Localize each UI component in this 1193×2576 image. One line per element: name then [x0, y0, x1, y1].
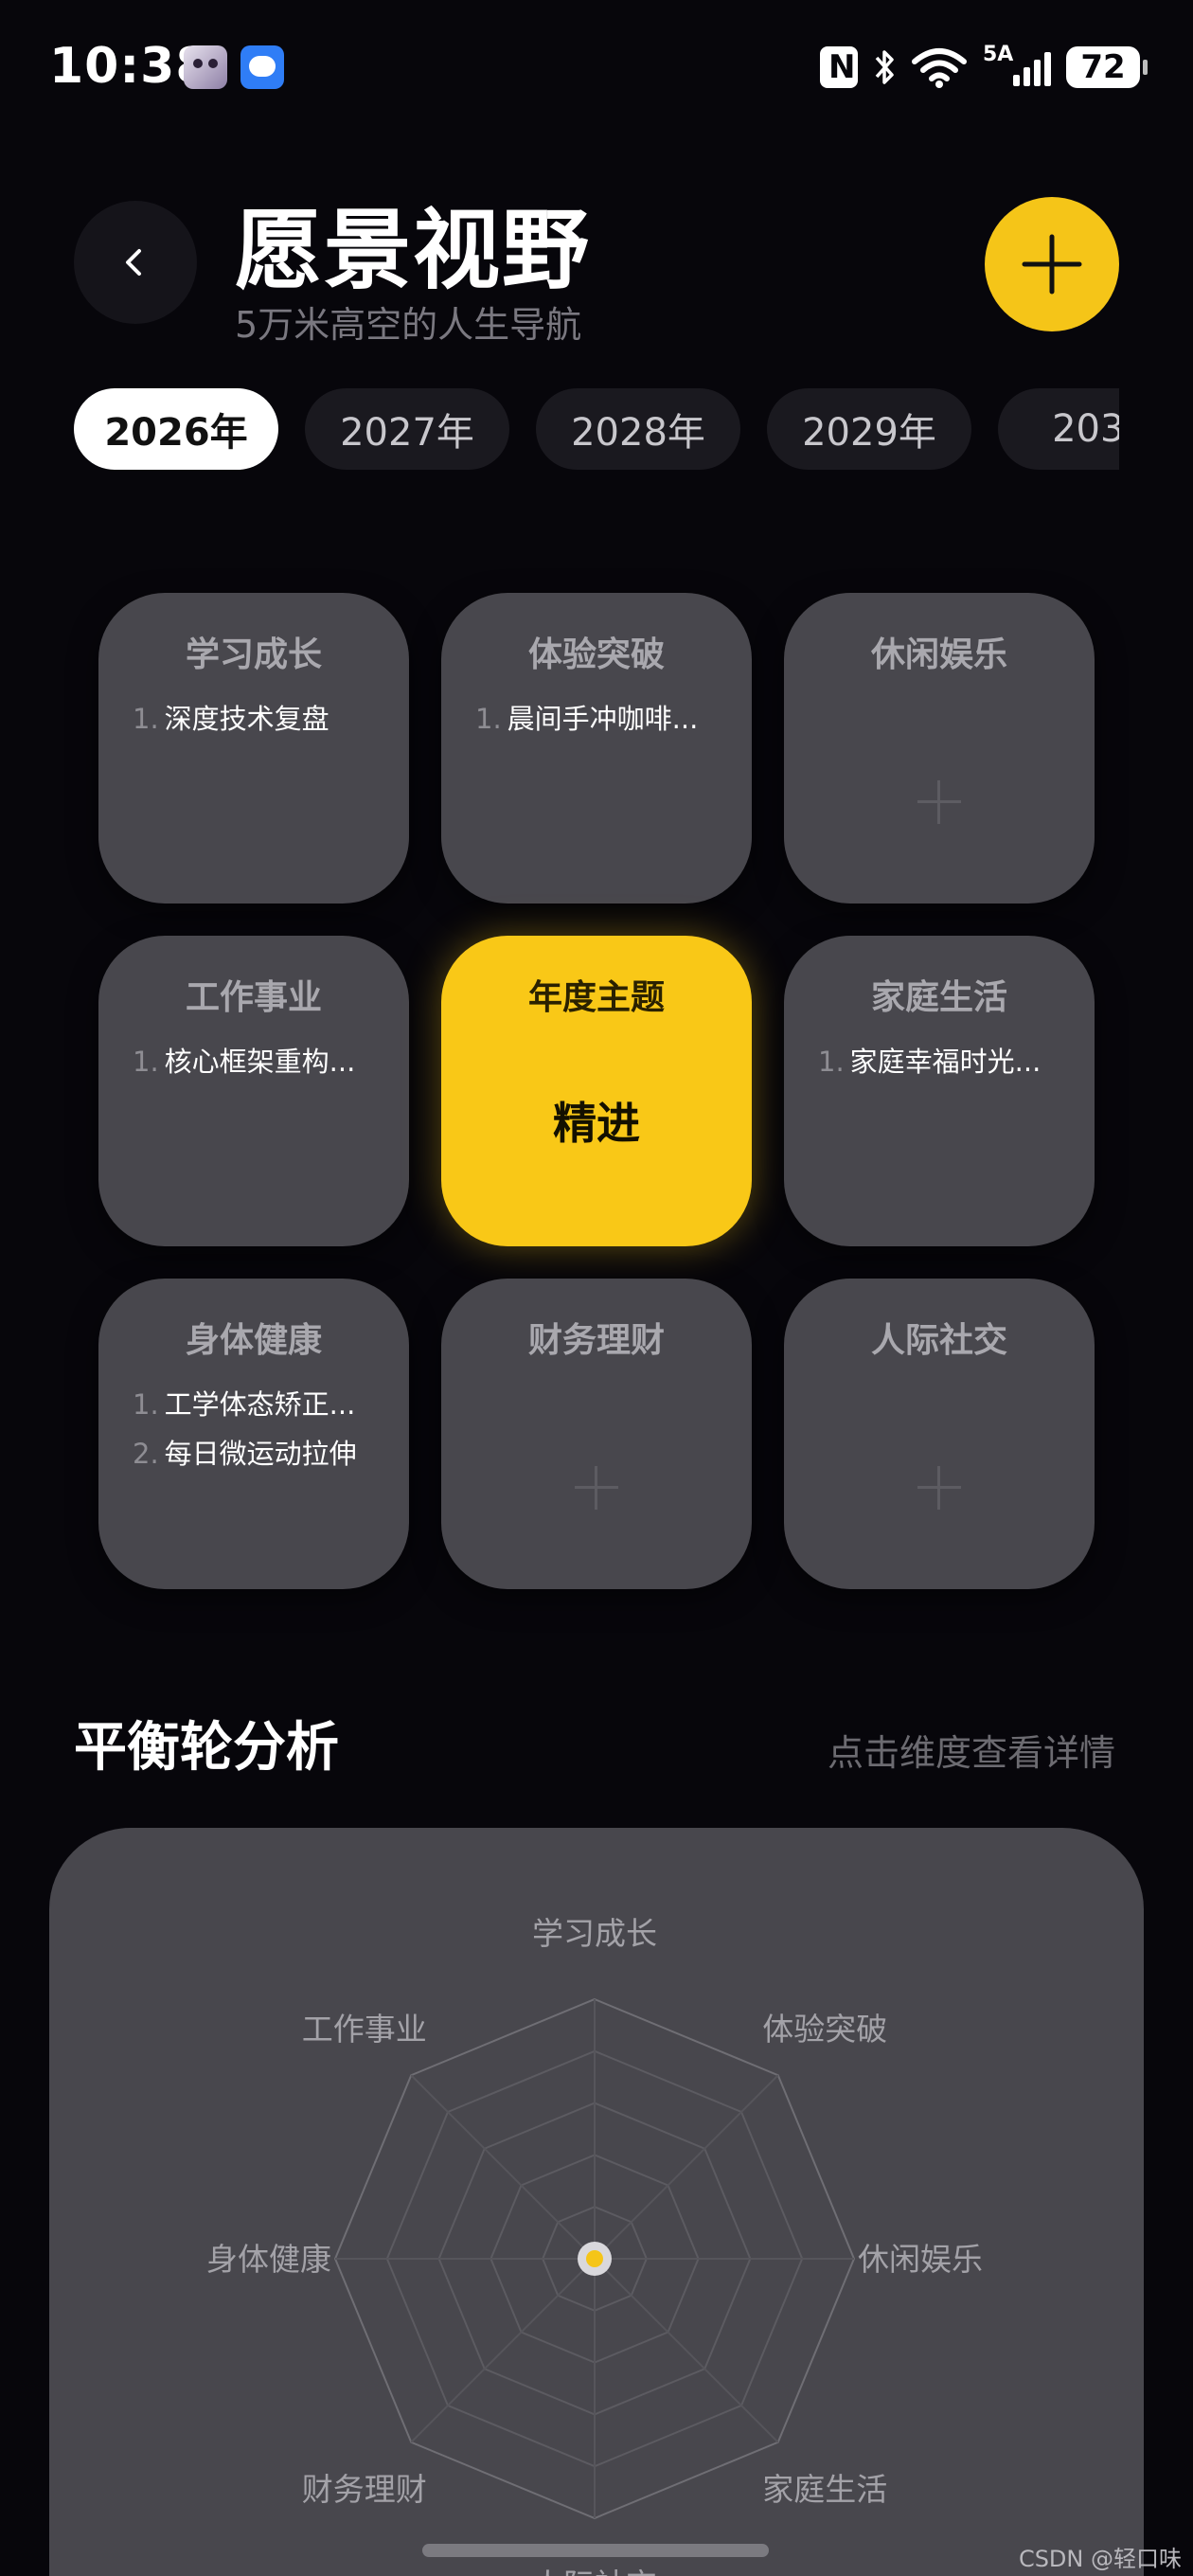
year-tab-2030[interactable]: 2030 [998, 388, 1119, 470]
cell-goal-item: 1. 家庭幸福时光... [818, 1046, 1042, 1078]
theme-title: 年度主题 [527, 978, 665, 1017]
radar-axis-label[interactable]: 财务理财 [302, 2471, 427, 2508]
grid-cell-learning[interactable]: 学习成长 1. 深度技术复盘 [98, 593, 409, 903]
theme-value: 精进 [553, 1098, 640, 1149]
grid-cell-experience[interactable]: 体验突破 1. 晨间手冲咖啡... [441, 593, 752, 903]
grid-cell-social[interactable]: 人际社交 [784, 1279, 1095, 1589]
balance-section-hint: 点击维度查看详情 [827, 1732, 1115, 1774]
message-notification-icon [240, 45, 284, 89]
radar-axis-label[interactable]: 身体健康 [206, 2241, 331, 2278]
grid-cell-leisure[interactable]: 休闲娱乐 [784, 593, 1095, 903]
cell-title: 休闲娱乐 [870, 635, 1007, 674]
year-tab-2026[interactable]: 2026年 [74, 388, 278, 470]
annual-theme-card[interactable]: 年度主题 精进 [441, 936, 752, 1246]
radar-center-dot [586, 2250, 603, 2267]
wifi-icon [911, 46, 968, 88]
home-indicator[interactable] [422, 2544, 769, 2557]
add-goal-plus-icon[interactable] [917, 780, 961, 824]
cell-goal-item: 2. 每日微运动拉伸 [133, 1438, 357, 1470]
year-tabs[interactable]: 2026年 2027年 2028年 2029年 2030 [74, 388, 1119, 470]
vision-page: 10:38 5A 72 [0, 0, 1193, 2576]
cell-goal-item: 1. 工学体态矫正... [133, 1388, 356, 1421]
watermark: CSDN @轻口味 [1018, 2546, 1182, 2572]
balance-wheel-card: 学习成长体验突破休闲娱乐家庭生活人际社交 财务理财 身体健康 工作事业 [49, 1828, 1144, 2576]
add-button[interactable] [985, 197, 1119, 331]
radar-axis-label[interactable]: 体验突破 [762, 2011, 887, 2048]
cellular-signal-icon: 5A [983, 43, 1051, 88]
year-tab-2028[interactable]: 2028年 [536, 388, 740, 470]
back-button[interactable] [74, 201, 197, 324]
year-tab-2029[interactable]: 2029年 [767, 388, 971, 470]
network-generation: 5A [983, 43, 1014, 66]
cell-title: 学习成长 [185, 635, 322, 674]
app-notification-icon [184, 45, 227, 89]
cell-goal-item: 1. 深度技术复盘 [133, 703, 329, 735]
cell-title: 工作事业 [185, 978, 322, 1017]
plus-icon [1022, 234, 1082, 295]
status-bar: 10:38 5A 72 [0, 0, 1193, 142]
vision-grid: 学习成长 1. 深度技术复盘 体验突破 1. 晨间手冲咖啡... 休闲娱乐 工作事业… [98, 593, 1095, 1589]
cell-title: 家庭生活 [870, 978, 1007, 1017]
radar-axis-label[interactable]: 工作事业 [302, 2011, 427, 2048]
cell-goal-item: 1. 晨间手冲咖啡... [475, 703, 699, 735]
balance-section-title: 平衡轮分析 [74, 1717, 339, 1779]
cell-title: 身体健康 [185, 1321, 322, 1360]
add-goal-plus-icon[interactable] [917, 1466, 961, 1510]
page-subtitle: 5万米高空的人生导航 [235, 304, 582, 346]
page-title: 愿景视野 [235, 200, 592, 301]
system-icons: 5A 72 [820, 43, 1148, 89]
radar-axis-label[interactable]: 学习成长 [532, 1915, 657, 1952]
chevron-left-icon [126, 249, 141, 276]
battery-icon: 72 [1066, 46, 1148, 88]
balance-wheel-radar: 学习成长体验突破休闲娱乐家庭生活人际社交 财务理财 身体健康 工作事业 [206, 1915, 983, 2576]
radar-axis-label[interactable]: 休闲娱乐 [858, 2241, 983, 2278]
grid-cell-family[interactable]: 家庭生活 1. 家庭幸福时光... [784, 936, 1095, 1246]
grid-cell-career[interactable]: 工作事业 1. 核心框架重构... [98, 936, 409, 1246]
cell-goal-item: 1. 核心框架重构... [133, 1046, 356, 1078]
grid-cell-health[interactable]: 身体健康 1. 工学体态矫正... 2. 每日微运动拉伸 [98, 1279, 409, 1589]
nfc-icon [820, 46, 858, 88]
cell-title: 体验突破 [527, 635, 665, 674]
radar-axis-label[interactable]: 家庭生活 [762, 2471, 887, 2508]
radar-axis-label[interactable]: 人际社交 [532, 2567, 657, 2576]
add-goal-plus-icon[interactable] [575, 1466, 618, 1510]
bluetooth-icon [873, 46, 896, 88]
year-tab-2027[interactable]: 2027年 [305, 388, 509, 470]
grid-cell-finance[interactable]: 财务理财 [441, 1279, 752, 1589]
cell-title: 人际社交 [870, 1321, 1007, 1360]
cell-title: 财务理财 [527, 1321, 665, 1360]
